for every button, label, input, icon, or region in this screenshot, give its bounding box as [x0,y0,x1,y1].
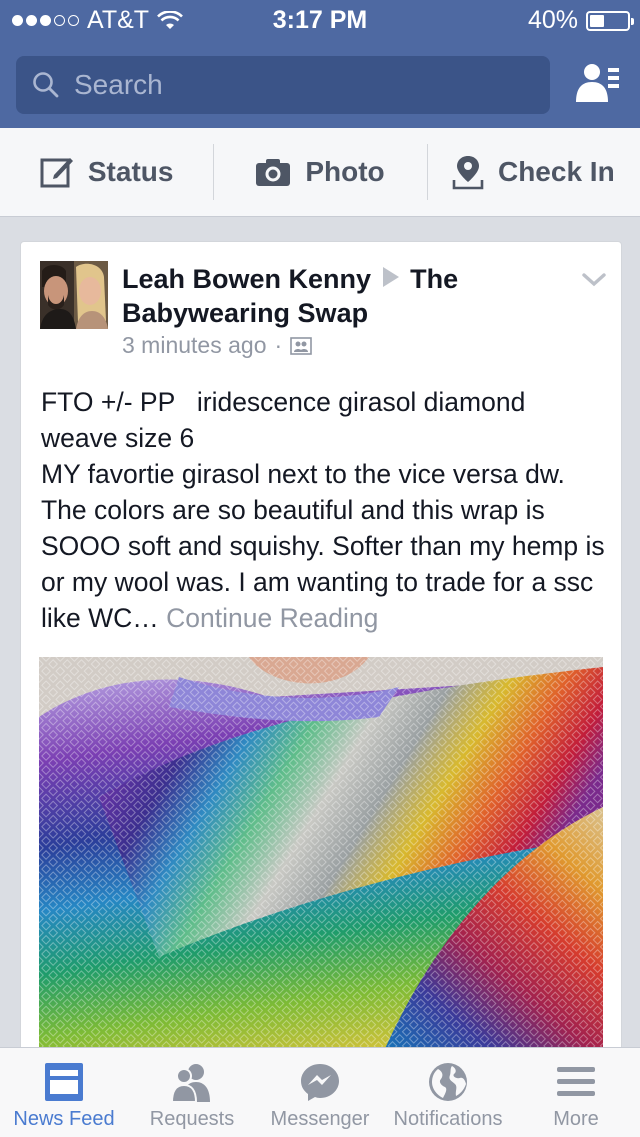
tab-notifications[interactable]: Notifications [384,1048,512,1137]
photo-button[interactable]: Photo [213,128,426,216]
requests-icon [170,1064,210,1103]
photo-label: Photo [305,156,385,187]
check-in-label: Check In [497,156,615,187]
chevron-down-icon[interactable] [581,272,607,288]
post-body: FTO +/- PP iridescence girasol diamond w… [41,387,605,633]
tab-label: News Feed [13,1108,115,1130]
status-bar: AT&T 3:17 PM 40% [0,0,640,40]
battery-icon [586,10,634,31]
news-feed-icon [45,1063,83,1101]
globe-icon [429,1063,467,1101]
composer-bar: Status Photo Check In [0,128,640,217]
battery-percent: 40% [527,6,578,34]
tab-label: Requests [149,1108,235,1130]
story-card: Leah Bowen Kenny The Babywearing Swap 3 … [20,241,622,1073]
author-name[interactable]: Leah Bowen Kenny [122,264,371,294]
tab-news-feed[interactable]: News Feed [0,1048,128,1137]
nav-bar [0,40,640,128]
status-right: 40% [527,6,634,35]
messenger-icon [301,1064,339,1101]
tab-label: Messenger [270,1108,370,1130]
tab-label: More [553,1108,599,1130]
story-header: Leah Bowen Kenny The Babywearing Swap [122,262,562,330]
tab-bar: News Feed Requests Messenger Notificatio… [0,1047,640,1137]
camera-icon [256,159,291,186]
story-meta: 3 minutes ago · [122,332,312,359]
triangle-arrow-icon [382,267,399,287]
edit-icon [40,158,73,188]
hamburger-icon [557,1067,595,1096]
meta-separator: · [274,332,283,358]
search-bar[interactable] [16,56,550,114]
post-photo[interactable] [39,657,603,1072]
check-in-button[interactable]: Check In [426,128,640,216]
post-message: FTO +/- PP iridescence girasol diamond w… [41,384,607,636]
friends-list-icon[interactable] [574,60,620,106]
location-pin-icon [452,156,484,190]
search-icon [33,72,59,98]
continue-reading-link[interactable]: Continue Reading [166,603,378,633]
search-input[interactable] [72,68,516,102]
group-privacy-icon [290,336,312,355]
tab-requests[interactable]: Requests [128,1048,256,1137]
tab-more[interactable]: More [512,1048,640,1137]
tab-label: Notifications [393,1108,503,1130]
status-button[interactable]: Status [0,128,213,216]
status-label: Status [87,156,174,187]
avatar[interactable] [40,261,108,329]
post-timestamp[interactable]: 3 minutes ago [122,332,266,359]
tab-messenger[interactable]: Messenger [256,1048,384,1137]
